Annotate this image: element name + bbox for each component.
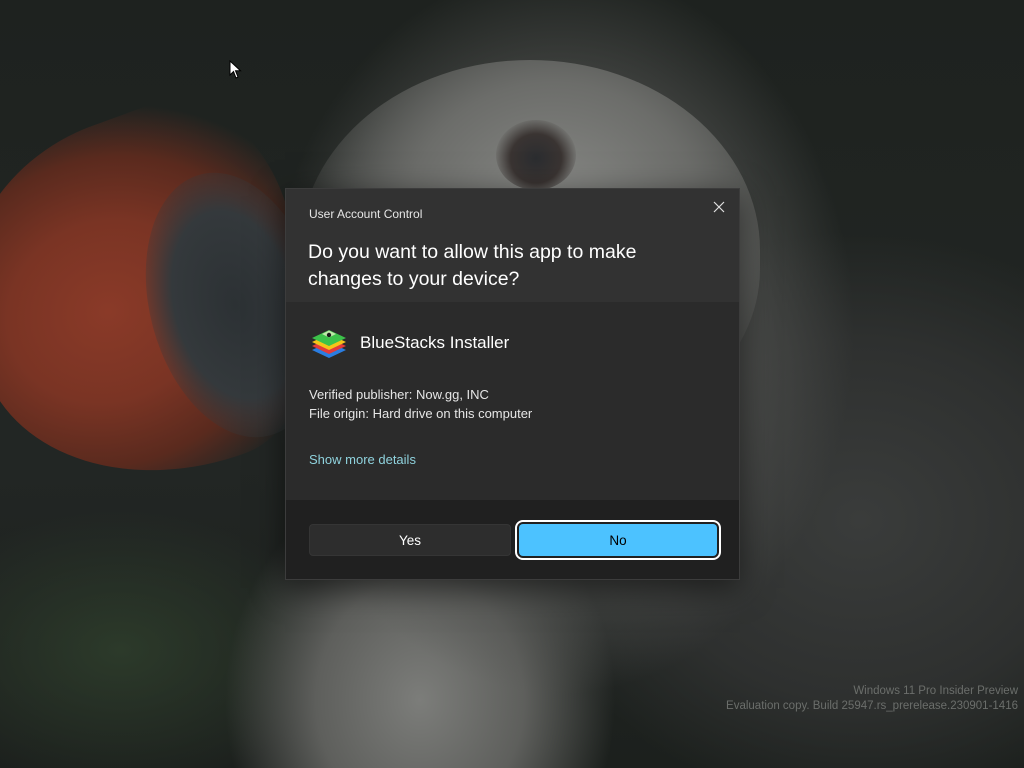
file-origin: File origin: Hard drive on this computer — [309, 406, 533, 421]
uac-body: BlueStacks Installer Verified publisher:… — [286, 302, 739, 500]
mouse-cursor-icon — [229, 60, 242, 79]
wallpaper-puffin-eye — [496, 120, 576, 190]
uac-dialog: User Account Control Do you want to allo… — [285, 188, 740, 580]
app-info: Verified publisher: Now.gg, INC File ori… — [309, 385, 532, 423]
yes-button[interactable]: Yes — [309, 524, 511, 556]
verified-publisher: Verified publisher: Now.gg, INC — [309, 387, 489, 402]
app-name: BlueStacks Installer — [360, 333, 510, 352]
uac-header: User Account Control Do you want to allo… — [286, 189, 739, 302]
bluestacks-icon — [312, 330, 346, 358]
dialog-title: User Account Control — [309, 207, 423, 221]
show-more-details-link[interactable]: Show more details — [309, 452, 416, 467]
close-button[interactable] — [705, 194, 733, 220]
windows-watermark: Windows 11 Pro Insider Preview Evaluatio… — [726, 684, 1018, 714]
watermark-edition: Windows 11 Pro Insider Preview — [853, 685, 1018, 697]
uac-question: Do you want to allow this app to make ch… — [308, 241, 637, 290]
close-icon — [713, 201, 725, 213]
uac-footer: Yes No — [286, 500, 739, 579]
watermark-build: Evaluation copy. Build 25947.rs_prerelea… — [726, 700, 1018, 712]
no-button[interactable]: No — [515, 520, 721, 560]
